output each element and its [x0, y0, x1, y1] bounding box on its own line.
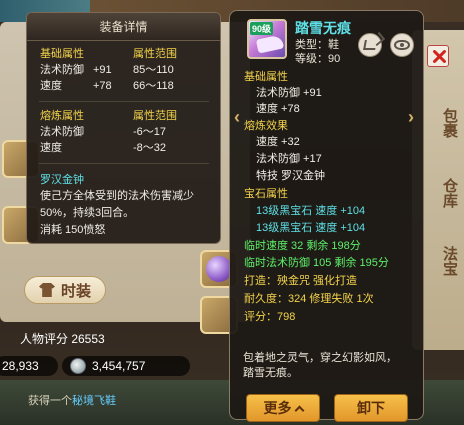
refine-attr-range: -6～17	[133, 126, 167, 138]
next-arrow-icon[interactable]: ›	[408, 107, 414, 128]
currency-1-value: 28,933	[2, 359, 39, 373]
basic-attr-row: 法术防御 +91	[256, 87, 322, 99]
currency-2-value: 3,454,757	[92, 359, 146, 373]
tab-treasure[interactable]: 法宝	[420, 246, 460, 276]
more-button[interactable]: 更多	[246, 394, 320, 422]
temp-attr-row: 临时法术防御 105 剩余 195分	[244, 257, 389, 269]
unequip-button[interactable]: 卸下	[334, 394, 408, 422]
basic-attr-row: 速度 +78	[256, 103, 300, 115]
skill-description: 50%，持续3回合。	[40, 207, 135, 219]
gem-attributes-header: 宝石属性	[244, 188, 288, 200]
divider	[39, 101, 209, 102]
character-score: 人物评分 26553	[20, 332, 105, 346]
gem-attr-row: 13级黑宝石 速度 +104	[256, 222, 366, 234]
more-button-label: 更多	[263, 400, 292, 416]
basic-attr-name: 法术防御	[40, 64, 84, 76]
boots-icon: 90级	[247, 19, 287, 59]
chat-prefix: 获得一个	[28, 395, 72, 407]
divider	[39, 163, 209, 164]
item-description: 包着地之灵气，穿之幻影如风， 踏雪无痕。	[243, 351, 413, 381]
gem-attr-row: 13级黑宝石 速度 +104	[256, 205, 366, 217]
detail-title: 装备详情	[27, 13, 220, 41]
basic-attributes-header: 基础属性	[244, 71, 288, 83]
temp-attr-row: 临时速度 32 剩余 198分	[244, 240, 361, 252]
refine-range-header: 属性范围	[133, 110, 177, 122]
refine-attr-name: 速度	[40, 142, 62, 154]
equipment-detail-panel: 装备详情 基础属性 属性范围 法术防御 +91 85～110 速度 +78 66…	[26, 12, 221, 244]
refine-effect-row: 法术防御 +17	[256, 153, 322, 165]
skill-description: 使己方全体受到的法术伤害减少	[40, 190, 194, 202]
item-level: 等级：90	[295, 53, 341, 65]
refine-attr-name: 法术防御	[40, 126, 84, 138]
refine-effect-header: 熔炼效果	[244, 120, 288, 132]
basic-attr-name: 速度	[40, 80, 62, 92]
item-name: 踏雪无痕	[295, 20, 351, 36]
currency-1: 28,933	[0, 356, 58, 376]
eye-icon	[394, 40, 410, 50]
prev-arrow-icon[interactable]: ‹	[234, 107, 240, 128]
tab-warehouse[interactable]: 仓库	[420, 178, 460, 208]
item-tooltip-panel: 90级 踏雪无痕 类型：鞋 等级：90 ‹ › 基础属性 法术防御 +91 速度…	[229, 10, 424, 422]
special-skill-row: 特技 罗汉金钟	[256, 170, 326, 182]
coin-icon	[70, 358, 86, 374]
tab-inventory[interactable]: 包裹	[420, 108, 460, 138]
shoe-shape	[255, 34, 285, 54]
description-line: 踏雪无痕。	[243, 367, 298, 379]
forge-line: 打造：殃金咒 强化打造	[244, 275, 358, 287]
unequip-button-label: 卸下	[357, 400, 385, 416]
description-line: 包着地之灵气，穿之幻影如风，	[243, 352, 397, 364]
score-line: 评分：798	[244, 311, 296, 323]
refine-effect-row: 速度 +32	[256, 136, 300, 148]
icon-level-badge: 90级	[250, 22, 274, 35]
basic-attr-range: 85～110	[133, 64, 174, 76]
fashion-button-label: 时装	[60, 282, 91, 300]
fashion-button[interactable]: 时装	[24, 276, 106, 304]
refine-attributes-header: 熔炼属性	[40, 110, 84, 122]
durability-line: 耐久度：324 修理失败 1次	[244, 293, 374, 305]
basic-attr-range: 66～118	[133, 80, 174, 92]
basic-attr-value: +78	[93, 80, 112, 92]
share-button[interactable]	[358, 33, 382, 57]
chat-item-link[interactable]: 秘境飞鞋	[72, 395, 116, 407]
preview-button[interactable]	[390, 33, 414, 57]
skill-cost: 消耗 150愤怒	[40, 224, 106, 236]
chat-message: 获得一个秘境飞鞋	[28, 392, 116, 408]
share-icon	[363, 40, 377, 50]
basic-range-header: 属性范围	[133, 48, 177, 60]
currency-2: 3,454,757	[62, 356, 190, 376]
shirt-icon	[38, 283, 55, 297]
basic-attr-value: +91	[93, 64, 112, 76]
skill-name: 罗汉金钟	[40, 174, 84, 186]
basic-attributes-header: 基础属性	[40, 48, 84, 60]
close-icon[interactable]	[427, 45, 449, 67]
refine-attr-range: -8～32	[133, 142, 167, 154]
chevron-up-icon	[294, 405, 304, 415]
